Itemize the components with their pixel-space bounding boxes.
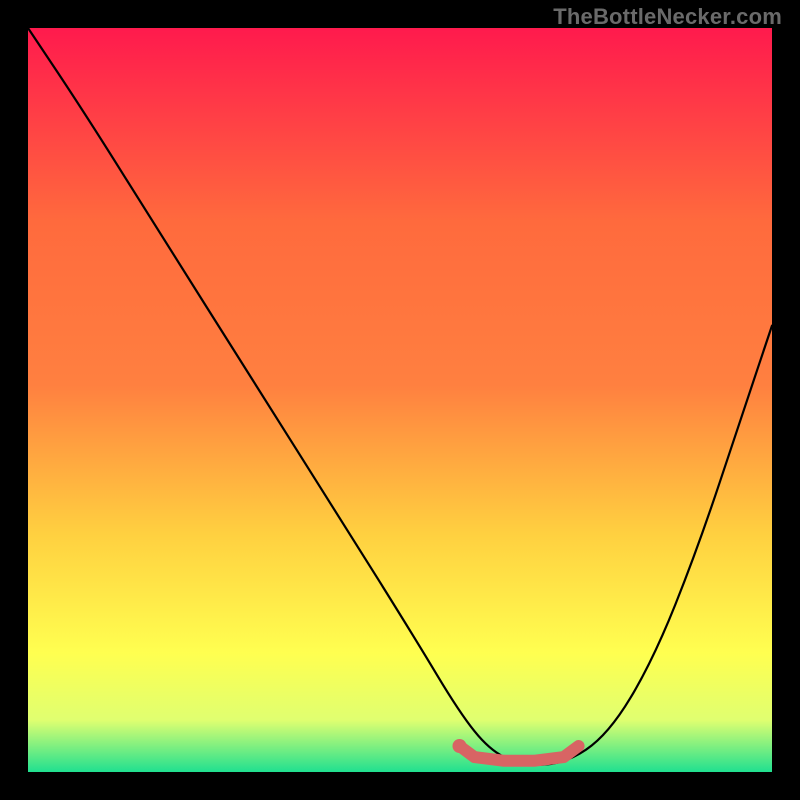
chart-plot (28, 28, 772, 772)
chart-container: TheBottleNecker.com (0, 0, 800, 800)
optimal-range-start-dot (453, 739, 467, 753)
chart-svg (28, 28, 772, 772)
attribution-label: TheBottleNecker.com (553, 4, 782, 30)
chart-background (28, 28, 772, 772)
